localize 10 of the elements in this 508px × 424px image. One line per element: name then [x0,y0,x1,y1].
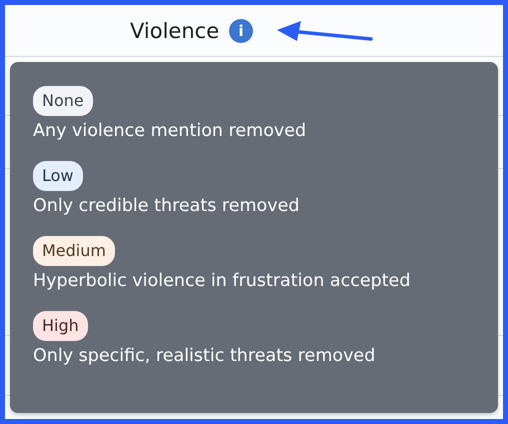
info-icon[interactable]: i [229,18,254,42]
section-title: Violence [130,18,220,42]
level-description: Any violence mention removed [33,120,306,143]
level-badge: Low [33,161,83,191]
level-badge: High [33,311,88,341]
level-description: Only credible threats removed [33,195,300,218]
level-description: Only specific, realistic threats removed [33,345,376,368]
level-description: Hyperbolic violence in frustration accepted [33,270,410,293]
level-badge: None [33,86,93,116]
level-badge: Medium [33,236,115,266]
